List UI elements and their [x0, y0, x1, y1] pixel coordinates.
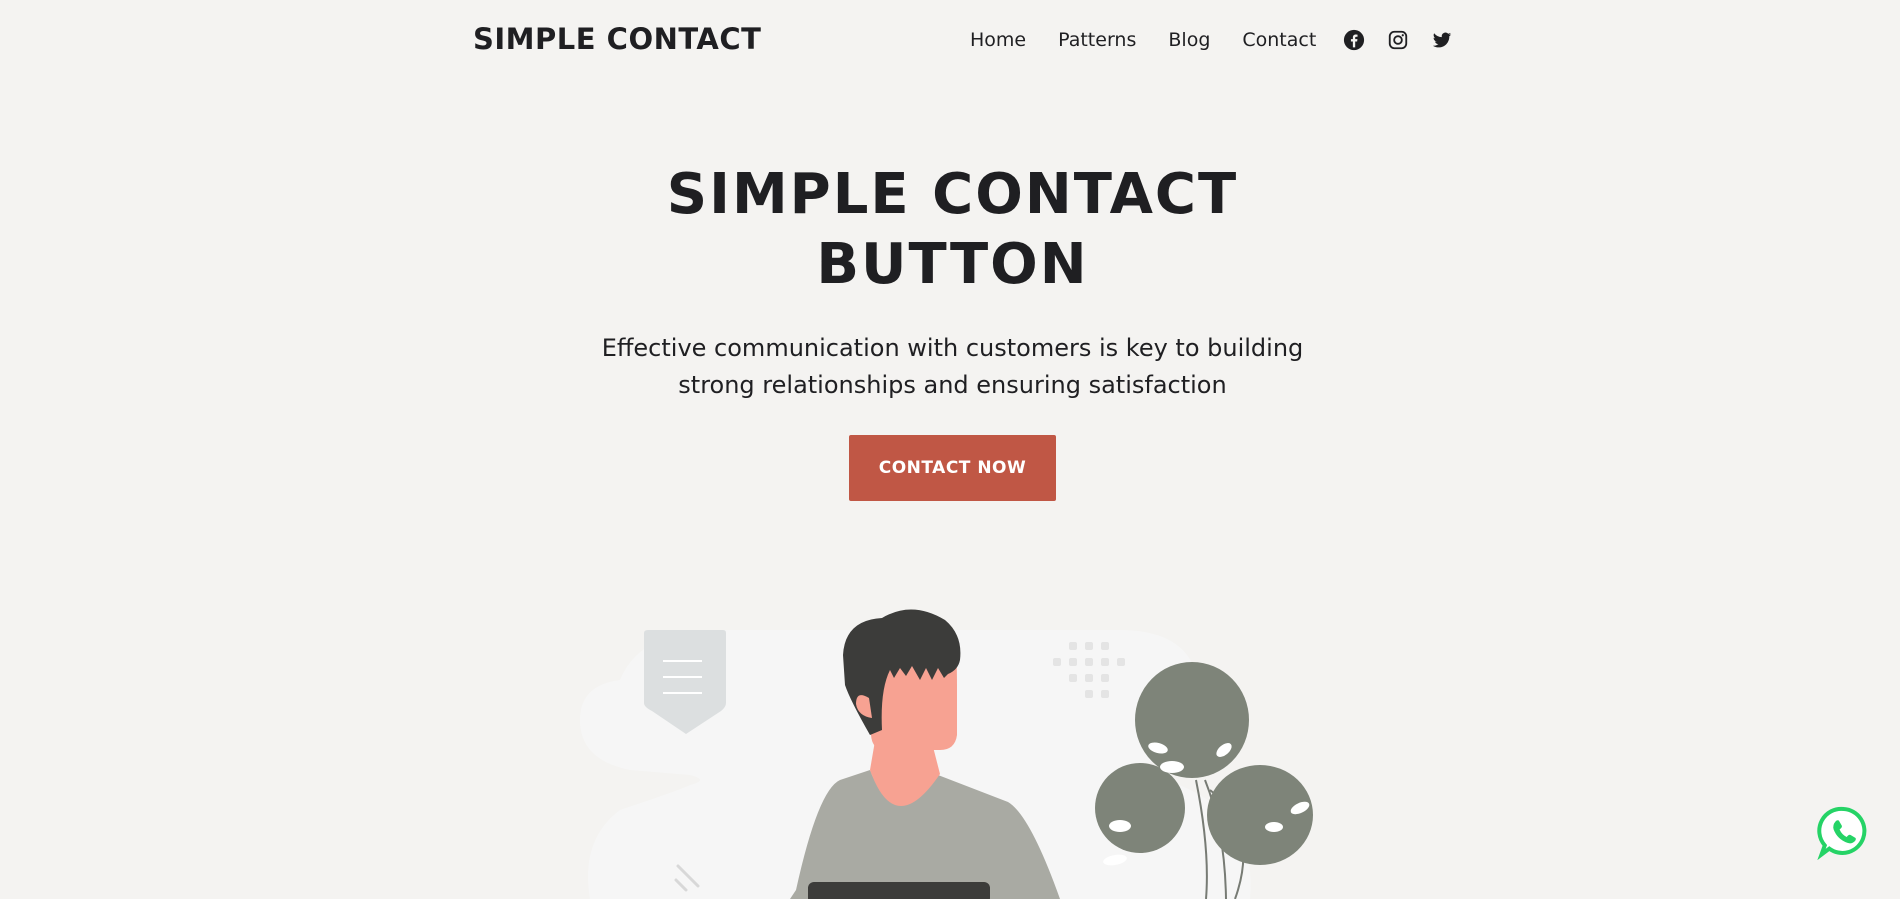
social-links [1342, 28, 1454, 52]
nav-contact[interactable]: Contact [1242, 29, 1316, 51]
nav-home[interactable]: Home [970, 29, 1026, 51]
whatsapp-icon [1817, 806, 1867, 861]
hero-subtitle-line-1: Effective communication with customers i… [601, 334, 1304, 362]
main-nav: Home Patterns Blog Contact [970, 24, 1454, 56]
hero-title-line-2: BUTTON [816, 232, 1089, 297]
site-logo[interactable]: SIMPLE CONTACT [473, 22, 761, 56]
page: SIMPLE CONTACT Home Patterns Blog Contac… [0, 0, 1900, 899]
hero-subtitle: Effective communication with customers i… [560, 330, 1345, 404]
contact-now-button[interactable]: CONTACT NOW [849, 435, 1056, 501]
hero-subtitle-line-2: strong relationships and ensuring satisf… [678, 371, 1227, 399]
hero-title-line-1: SIMPLE CONTACT [666, 162, 1239, 227]
laptop [808, 882, 990, 899]
site-header: SIMPLE CONTACT Home Patterns Blog Contac… [0, 0, 1900, 80]
hero-illustration [580, 609, 1313, 899]
instagram-icon[interactable] [1386, 28, 1410, 52]
facebook-icon[interactable] [1342, 28, 1366, 52]
twitter-icon[interactable] [1430, 28, 1454, 52]
nav-patterns[interactable]: Patterns [1058, 29, 1136, 51]
hero-title: SIMPLE CONTACT BUTTON [550, 160, 1355, 300]
nav-blog[interactable]: Blog [1168, 29, 1210, 51]
whatsapp-button[interactable] [1816, 804, 1872, 861]
